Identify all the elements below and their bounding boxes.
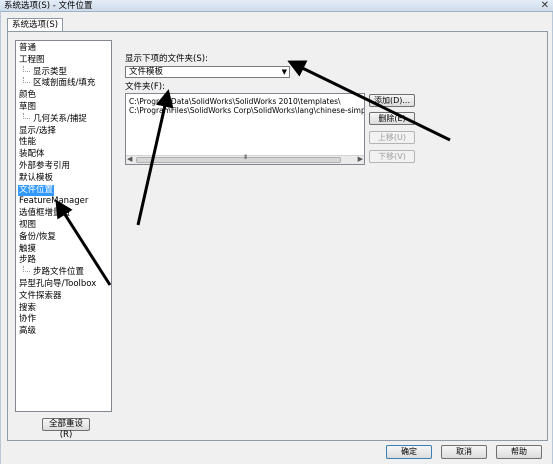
help-button[interactable]: 帮助	[496, 445, 542, 459]
tree-item[interactable]: 高级	[18, 326, 37, 337]
close-icon[interactable]: ✕	[541, 0, 549, 12]
show-folders-select[interactable]: 文件模板 ▼	[125, 66, 290, 78]
tree-item[interactable]: FeatureManager	[18, 196, 89, 207]
tree-connector	[23, 77, 30, 84]
tree-item[interactable]: 外部参考引用	[18, 161, 71, 172]
add-folder-button[interactable]: 添加(D)...	[369, 94, 415, 107]
tree-item[interactable]: 步路	[18, 255, 37, 266]
tree-item[interactable]: 区域剖面线/填充	[32, 78, 96, 89]
tree-item[interactable]: 普通	[18, 43, 37, 54]
tree-item[interactable]: 显示/选择	[18, 126, 57, 137]
folder-path-item[interactable]: C:\ProgramFiles\SolidWorks Corp\SolidWor…	[129, 106, 364, 115]
tree-item[interactable]: 异型孔向导/Toolbox	[18, 279, 97, 290]
tree-item[interactable]: 触摸	[18, 244, 37, 255]
tree-item[interactable]: 默认模板	[18, 173, 54, 184]
cancel-button[interactable]: 取消	[441, 445, 487, 459]
tree-item[interactable]: 步路文件位置	[32, 267, 85, 278]
tree-item[interactable]: 协作	[18, 314, 37, 325]
ok-button[interactable]: 确定	[386, 445, 432, 459]
move-down-button[interactable]: 下移(V)	[369, 150, 415, 163]
tree-item[interactable]: 选值框增量值	[18, 208, 71, 219]
scroll-left-icon[interactable]: ◀	[127, 155, 132, 163]
tree-item[interactable]: 装配体	[18, 149, 46, 160]
window-title: 系统选项(S) - 文件位置	[4, 1, 93, 11]
scroll-right-icon[interactable]: ▶	[358, 155, 363, 163]
show-folders-value: 文件模板	[129, 67, 164, 77]
tree-item[interactable]: 性能	[18, 137, 37, 148]
show-folders-label: 显示下项的文件夹(S):	[125, 54, 208, 64]
tree-item[interactable]: 工程图	[18, 55, 46, 66]
tree-connector	[23, 112, 30, 119]
scroll-grip-icon: III	[244, 154, 247, 161]
tree-connector	[23, 266, 30, 273]
tree-item[interactable]: 视图	[18, 220, 37, 231]
tree-item[interactable]: 几何关系/捕捉	[32, 114, 88, 125]
folder-path-item[interactable]: C:\ProgramData\SolidWorks\SolidWorks 201…	[129, 97, 341, 106]
tree-item[interactable]: 颜色	[18, 90, 37, 101]
scrollbar-thumb[interactable]	[136, 157, 341, 163]
tree-connector	[23, 65, 30, 72]
dialog-footer: 确定 取消 帮助	[1, 442, 552, 464]
tree-item[interactable]: 搜索	[18, 303, 37, 314]
tree-item[interactable]: 文件探索器	[18, 291, 63, 302]
tree-item[interactable]: 显示类型	[32, 67, 68, 78]
tree-item[interactable]: 备份/恢复	[18, 232, 57, 243]
chevron-down-icon: ▼	[281, 68, 287, 76]
horizontal-scrollbar[interactable]: ◀ III ▶	[126, 154, 364, 164]
delete-folder-button[interactable]: 删除(E)	[369, 112, 415, 125]
folders-label: 文件夹(F):	[125, 82, 165, 92]
reset-all-button[interactable]: 全部重设(R)	[42, 418, 90, 440]
tree-item[interactable]: 文件位置	[18, 184, 55, 196]
tree-item[interactable]: 草图	[18, 102, 37, 113]
options-panel: 普通 工程图 显示类型 区域剖面线/填充 颜色 草图 几何关系/捕捉 显示/选择 性能 装配体 外部…	[7, 31, 548, 441]
tab-system-options[interactable]: 系统选项(S)	[7, 18, 64, 32]
options-tree[interactable]: 普通 工程图 显示类型 区域剖面线/填充 颜色 草图 几何关系/捕捉 显示/选择 性能 装配体 外部…	[15, 40, 112, 412]
folders-list[interactable]: C:\ProgramData\SolidWorks\SolidWorks 201…	[125, 93, 365, 165]
dialog-window: 系统选项(S) 普通 工程图 显示类型 区域剖面线/填充 颜色 草图 几何关系/捕捉 显示/选…	[0, 12, 553, 464]
move-up-button[interactable]: 上移(U)	[369, 131, 415, 144]
title-bar: 系统选项(S) - 文件位置 ✕	[0, 0, 553, 12]
